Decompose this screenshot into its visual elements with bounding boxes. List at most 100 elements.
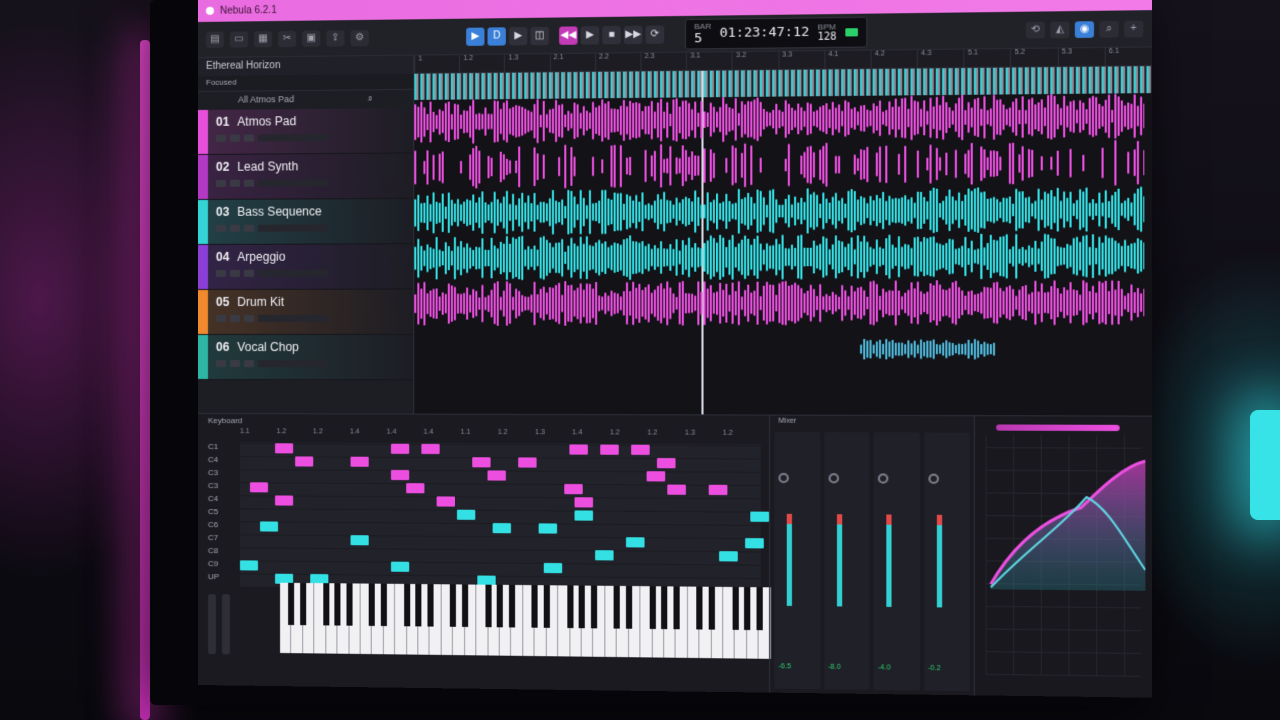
track-lane[interactable] [414, 326, 1152, 373]
midi-note[interactable] [350, 535, 369, 546]
midi-note[interactable] [574, 510, 594, 521]
mute-button[interactable] [215, 269, 226, 277]
midi-note[interactable] [719, 551, 738, 562]
channel-fader[interactable] [836, 524, 842, 607]
midi-note[interactable] [625, 537, 645, 548]
pan-knob[interactable] [927, 473, 939, 484]
black-key[interactable] [323, 583, 330, 626]
midi-note[interactable] [390, 469, 410, 481]
track-row[interactable]: 02 Lead Synth [198, 153, 414, 200]
midi-note[interactable] [275, 495, 294, 506]
midi-note[interactable] [275, 443, 294, 454]
midi-note[interactable] [487, 470, 506, 481]
black-key[interactable] [369, 583, 376, 626]
black-key[interactable] [696, 586, 703, 630]
midi-note[interactable] [259, 521, 279, 532]
track-lane[interactable] [414, 140, 1152, 191]
midi-note[interactable] [750, 511, 770, 522]
stop-button[interactable]: ■ [602, 25, 621, 44]
record-button[interactable] [243, 224, 254, 232]
snap-icon[interactable]: ◉ [1074, 20, 1095, 38]
black-key[interactable] [485, 584, 492, 628]
mute-button[interactable] [215, 179, 226, 187]
pan-knob[interactable] [877, 473, 889, 484]
solo-button[interactable] [229, 360, 240, 368]
black-key[interactable] [614, 585, 621, 629]
black-key[interactable] [756, 587, 763, 631]
volume-slider[interactable] [257, 314, 329, 322]
black-key[interactable] [380, 583, 387, 627]
track-row[interactable]: 04 Arpeggio [198, 244, 414, 290]
track-lane[interactable] [414, 93, 1152, 145]
play-button[interactable]: ▶ [580, 25, 600, 45]
piano-keyboard[interactable] [280, 582, 772, 659]
grid-icon[interactable]: ▦ [253, 30, 273, 47]
midi-note[interactable] [646, 471, 666, 482]
track-lane[interactable] [414, 280, 1152, 327]
midi-note[interactable] [421, 443, 440, 455]
channel-fader[interactable] [936, 525, 942, 608]
midi-note[interactable] [574, 497, 594, 508]
track-lane[interactable] [414, 233, 1152, 281]
midi-note[interactable] [249, 482, 269, 493]
midi-note[interactable] [350, 456, 369, 467]
forward-button[interactable]: ▶▶ [623, 25, 643, 44]
track-lane[interactable] [414, 186, 1152, 236]
search-icon[interactable]: ⌕ [368, 93, 373, 105]
black-key[interactable] [673, 586, 680, 630]
black-key[interactable] [450, 584, 457, 627]
midi-note[interactable] [631, 444, 650, 455]
black-key[interactable] [334, 583, 341, 626]
channel-fader[interactable] [786, 524, 792, 606]
black-key[interactable] [590, 585, 597, 629]
channel-fader[interactable] [886, 524, 892, 607]
record-button[interactable] [243, 314, 254, 322]
black-key[interactable] [299, 582, 307, 626]
black-key[interactable] [288, 582, 295, 626]
midi-note[interactable] [745, 538, 764, 549]
midi-note[interactable] [569, 444, 588, 455]
loop-button[interactable]: ⟳ [645, 24, 665, 44]
solo-button[interactable] [229, 179, 240, 187]
black-key[interactable] [415, 584, 422, 627]
draw-mode-button[interactable]: D [487, 26, 506, 46]
pan-knob[interactable] [778, 472, 789, 484]
black-key[interactable] [346, 583, 353, 626]
play-mode-button[interactable]: ▶ [508, 26, 528, 45]
mute-button[interactable] [215, 224, 226, 232]
image-icon[interactable]: ▣ [302, 30, 321, 47]
midi-note[interactable] [656, 458, 676, 469]
black-key[interactable] [427, 584, 434, 627]
mixer-icon[interactable]: ▤ [205, 31, 224, 48]
midi-note[interactable] [564, 483, 583, 495]
pitch-wheel[interactable] [207, 594, 216, 655]
midi-note[interactable] [472, 457, 491, 468]
black-key[interactable] [732, 586, 739, 630]
metronome-icon[interactable]: ◭ [1050, 20, 1070, 38]
midi-note[interactable] [295, 456, 314, 467]
record-button[interactable] [243, 360, 254, 368]
pointer-mode-button[interactable]: ▶ [466, 27, 485, 46]
black-key[interactable] [496, 584, 503, 628]
midi-note[interactable] [538, 523, 558, 534]
midi-note[interactable] [595, 550, 614, 561]
track-row[interactable]: 01 Atmos Pad [198, 108, 414, 155]
zoom-icon[interactable]: ⌕ [1099, 20, 1119, 38]
black-key[interactable] [649, 586, 656, 630]
mute-button[interactable] [215, 134, 226, 142]
pan-knob[interactable] [828, 473, 839, 484]
mute-button[interactable] [215, 360, 226, 368]
black-key[interactable] [578, 585, 585, 629]
solo-button[interactable] [229, 314, 240, 322]
black-key[interactable] [661, 586, 668, 630]
settings-icon[interactable]: ⚙ [350, 29, 369, 46]
midi-note[interactable] [390, 443, 410, 454]
volume-slider[interactable] [257, 224, 329, 232]
midi-note[interactable] [239, 560, 258, 571]
eq-curve[interactable] [986, 435, 1146, 591]
midi-note[interactable] [543, 562, 563, 574]
note-grid[interactable] [239, 442, 770, 592]
black-key[interactable] [543, 585, 550, 628]
volume-slider[interactable] [257, 269, 329, 277]
midi-note[interactable] [708, 484, 728, 496]
